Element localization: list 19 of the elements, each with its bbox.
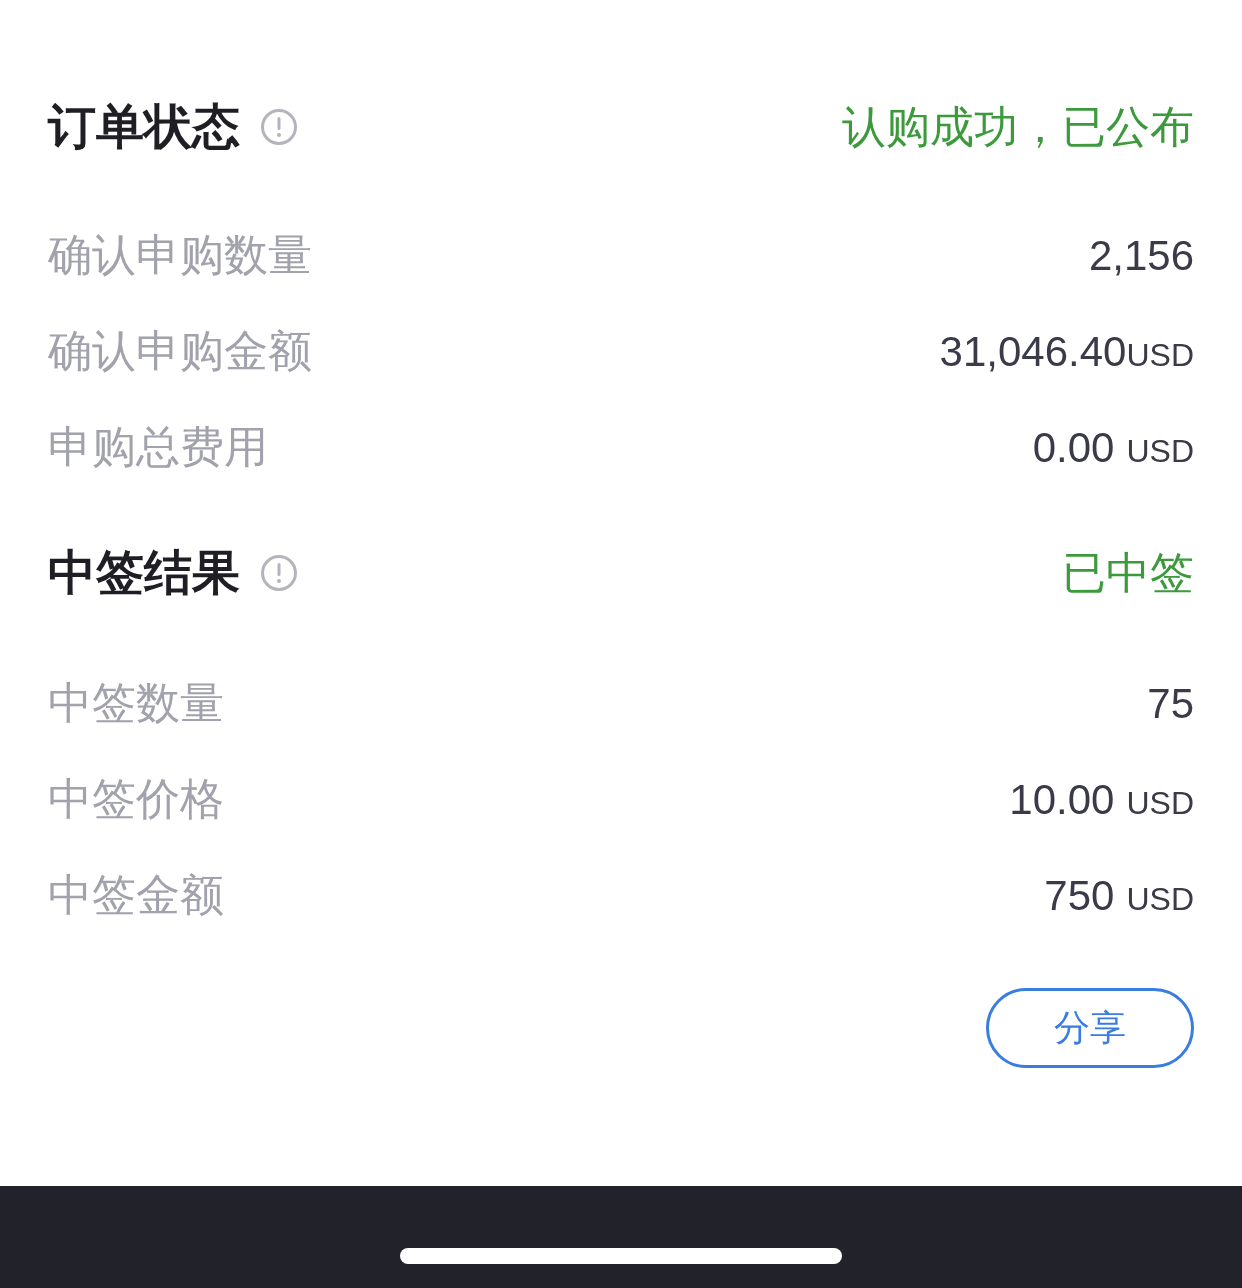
field-value: 75 — [1147, 678, 1194, 729]
status-text: 认购成功，已公布 — [842, 101, 1194, 153]
info-icon[interactable] — [260, 108, 298, 146]
info-icon[interactable] — [260, 554, 298, 592]
field-value: 2,156 — [1088, 230, 1194, 281]
field-label: 确认申购金额 — [48, 325, 312, 377]
field-label: 中签价格 — [48, 773, 224, 825]
section-title: 订单状态 — [48, 99, 240, 155]
field-label: 中签金额 — [48, 869, 224, 921]
field-value: 31,046.40USD — [939, 326, 1194, 377]
section-title: 中签结果 — [48, 545, 240, 601]
field-value: 10.00 USD — [1009, 774, 1194, 825]
field-label: 申购总费用 — [48, 421, 268, 473]
field-value: 0.00 USD — [1032, 422, 1194, 473]
field-value: 750 USD — [1044, 870, 1194, 921]
field-label: 中签数量 — [48, 677, 224, 729]
field-label: 确认申购数量 — [48, 229, 312, 281]
share-button[interactable]: 分享 — [986, 988, 1194, 1068]
status-text: 已中签 — [1062, 547, 1194, 599]
